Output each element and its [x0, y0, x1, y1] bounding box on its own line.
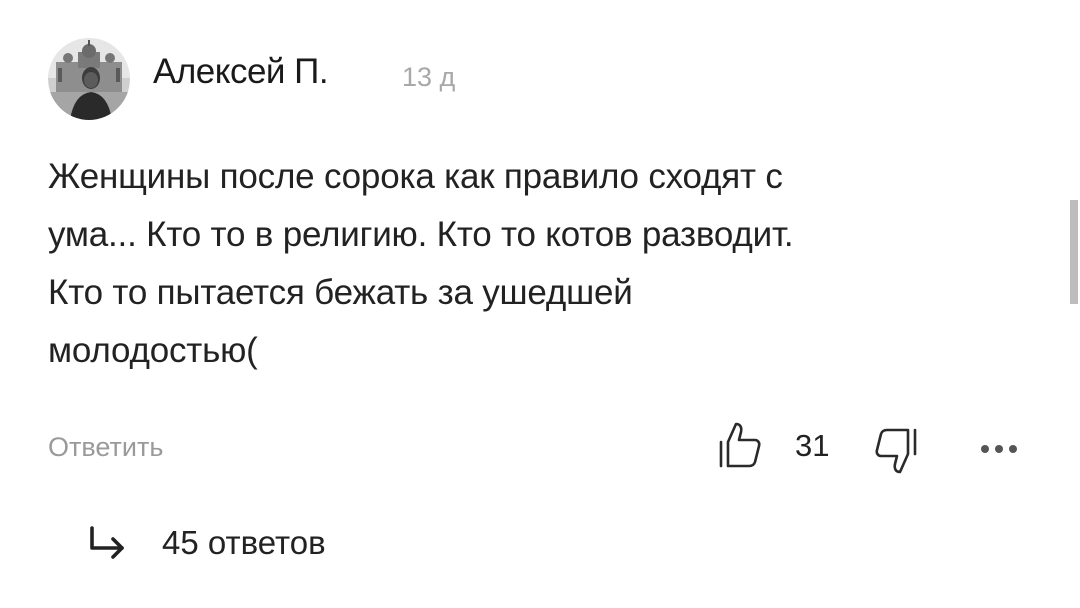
- comment-text: Женщины после сорока как правило сходят …: [48, 148, 1038, 380]
- more-dots-icon[interactable]: [977, 442, 1021, 454]
- thumb-down-icon[interactable]: [873, 426, 919, 476]
- replies-count[interactable]: 45 ответов: [162, 524, 326, 562]
- reply-button[interactable]: Ответить: [48, 432, 163, 463]
- author-name[interactable]: Алексей П.: [153, 52, 329, 92]
- avatar[interactable]: [48, 38, 130, 120]
- comment-line: Женщины после сорока как правило сходят …: [48, 157, 783, 196]
- scrollbar[interactable]: [1070, 200, 1078, 304]
- like-count: 31: [795, 428, 830, 463]
- comment-line: ума... Кто то в религию. Кто то котов ра…: [48, 215, 794, 254]
- comment-line: молодостью(: [48, 331, 258, 370]
- comment-time: 13 д: [402, 62, 456, 92]
- comment-line: Кто то пытается бежать за ушедшей: [48, 273, 633, 312]
- thumb-up-icon[interactable]: [717, 420, 763, 470]
- reply-arrow-icon[interactable]: [88, 526, 128, 560]
